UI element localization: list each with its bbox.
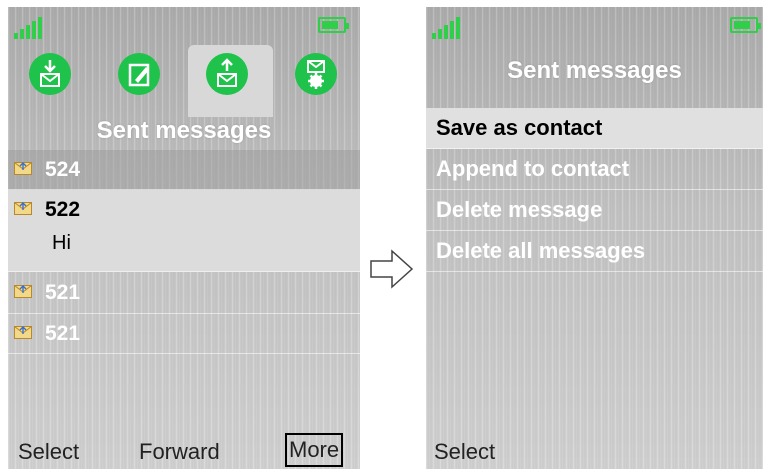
menu-item-append-to-contact[interactable]: Append to contact	[426, 149, 763, 190]
message-sender: 521	[45, 281, 81, 304]
menu-item-delete-all-messages[interactable]: Delete all messages	[426, 231, 763, 272]
phone-screen-options-menu: Sent messages Save as contact Append to …	[426, 7, 763, 469]
message-settings-icon[interactable]	[295, 53, 337, 95]
message-preview: Hi	[52, 232, 71, 254]
sent-upload-icon[interactable]	[206, 53, 248, 95]
menu-item-save-as-contact[interactable]: Save as contact	[426, 108, 763, 149]
sent-envelope-icon	[14, 326, 32, 339]
softkey-forward[interactable]: Forward	[139, 439, 220, 465]
compose-edit-icon[interactable]	[118, 53, 160, 95]
signal-strength-icon	[14, 17, 44, 39]
inbox-download-icon[interactable]	[29, 53, 71, 95]
message-sender: 521	[45, 322, 81, 345]
page-title: Sent messages	[96, 117, 272, 144]
message-list-item-selected[interactable]: 522 Hi	[8, 190, 360, 272]
message-list-item[interactable]: 521	[8, 272, 360, 314]
sent-envelope-icon	[14, 202, 32, 215]
phone-screen-message-list: Sent messages 524 522 Hi 521 521 Select …	[8, 7, 360, 469]
battery-icon	[318, 17, 349, 33]
message-sender: 524	[45, 158, 81, 181]
battery-icon	[730, 17, 761, 33]
message-tab-strip	[8, 43, 360, 117]
message-list-item[interactable]: 524	[8, 150, 360, 190]
sent-envelope-icon	[14, 285, 32, 298]
page-title: Sent messages	[507, 57, 682, 84]
transition-arrow-icon	[370, 249, 414, 289]
message-list-item[interactable]: 521	[8, 314, 360, 354]
message-sender: 522	[45, 198, 81, 221]
softkey-more[interactable]: More	[285, 433, 344, 467]
softkey-select[interactable]: Select	[18, 439, 79, 465]
softkey-select[interactable]: Select	[434, 439, 495, 465]
menu-item-delete-message[interactable]: Delete message	[426, 190, 763, 231]
signal-strength-icon	[432, 17, 462, 39]
sent-envelope-icon	[14, 162, 32, 175]
